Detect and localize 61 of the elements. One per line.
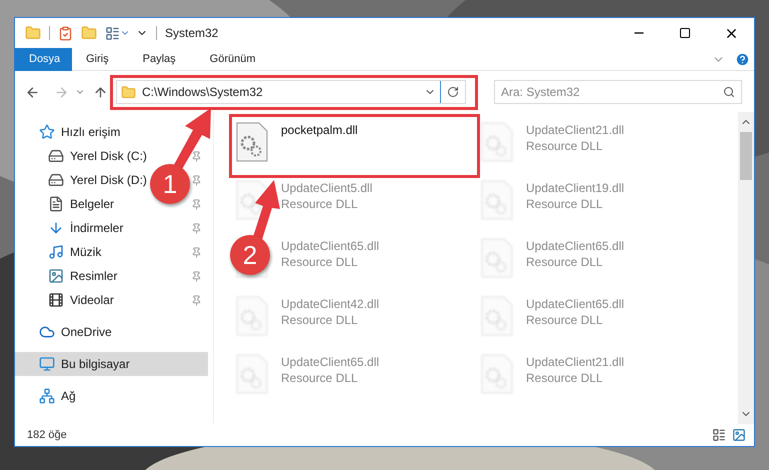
settings-file-icon [236, 122, 268, 162]
file-type: Resource DLL [526, 370, 604, 386]
file-name[interactable]: pocketpalm.dll [281, 122, 358, 138]
film-icon [48, 292, 64, 308]
drive-icon [48, 148, 64, 164]
file-type: Resource DLL [281, 254, 359, 270]
address-field[interactable]: C:\Windows\System32 [116, 80, 466, 104]
file-type: Resource DLL [281, 196, 359, 212]
scrollbar[interactable] [738, 112, 754, 424]
view-icon[interactable] [105, 26, 120, 40]
nav-item[interactable]: Ağ [61, 387, 76, 405]
nav-item[interactable]: Resimler [70, 267, 118, 285]
nav-item[interactable]: İndirmeler [70, 219, 124, 237]
settings-file-icon [236, 296, 268, 336]
image-icon [48, 268, 64, 284]
document-icon [48, 196, 64, 212]
cloud-icon [39, 324, 55, 340]
item-count: 182 öğe [27, 428, 67, 443]
search-field[interactable]: Ara: System32 [494, 80, 742, 104]
network-icon [39, 388, 55, 404]
maximize-icon [679, 27, 691, 39]
ribbon-tab[interactable]: Paylaş [128, 48, 190, 70]
folder-icon [121, 84, 136, 100]
nav-item[interactable]: Müzik [70, 243, 102, 261]
file-type: Resource DLL [526, 138, 604, 154]
ribbon-tab[interactable]: Dosya [15, 48, 72, 70]
nav-item[interactable]: Yerel Disk (C:) [70, 147, 147, 165]
nav-item[interactable]: OneDrive [61, 323, 112, 341]
scroll-thumb[interactable] [740, 132, 752, 180]
file-type: Resource DLL [281, 312, 359, 328]
settings-file-icon [236, 354, 268, 394]
up-icon[interactable] [93, 84, 108, 100]
settings-file-icon [481, 296, 513, 336]
nav-item[interactable]: Hızlı erişim [61, 123, 120, 141]
properties-icon[interactable] [58, 26, 73, 40]
nav-item[interactable]: Bu bilgisayar [61, 355, 130, 373]
help-icon[interactable] [735, 52, 750, 66]
large-icons-view-icon[interactable] [732, 428, 746, 442]
nav-item[interactable]: Yerel Disk (D:) [70, 171, 147, 189]
refresh-icon[interactable] [447, 86, 459, 98]
nav-item[interactable]: Belgeler [70, 195, 114, 213]
settings-file-icon [481, 354, 513, 394]
monitor-icon [39, 356, 55, 372]
file-type: Resource DLL [526, 254, 604, 270]
ribbon-tab[interactable]: Giriş [72, 48, 123, 70]
window-title: System32 [165, 25, 218, 42]
details-view-icon[interactable] [712, 428, 726, 442]
search-icon [723, 86, 735, 98]
ribbon-tab[interactable]: Görünüm [196, 48, 270, 70]
settings-file-icon [481, 238, 513, 278]
settings-file-icon [481, 180, 513, 220]
file-type: Resource DLL [526, 196, 604, 212]
file-type: Resource DLL [281, 370, 359, 386]
download-icon [48, 220, 64, 236]
settings-file-icon [481, 122, 513, 162]
star-icon [39, 124, 55, 140]
music-note-icon [48, 244, 64, 260]
nav-item[interactable]: Videolar [70, 291, 114, 309]
drive-icon [48, 172, 64, 188]
back-icon[interactable] [25, 84, 40, 100]
file-type: Resource DLL [526, 312, 604, 328]
